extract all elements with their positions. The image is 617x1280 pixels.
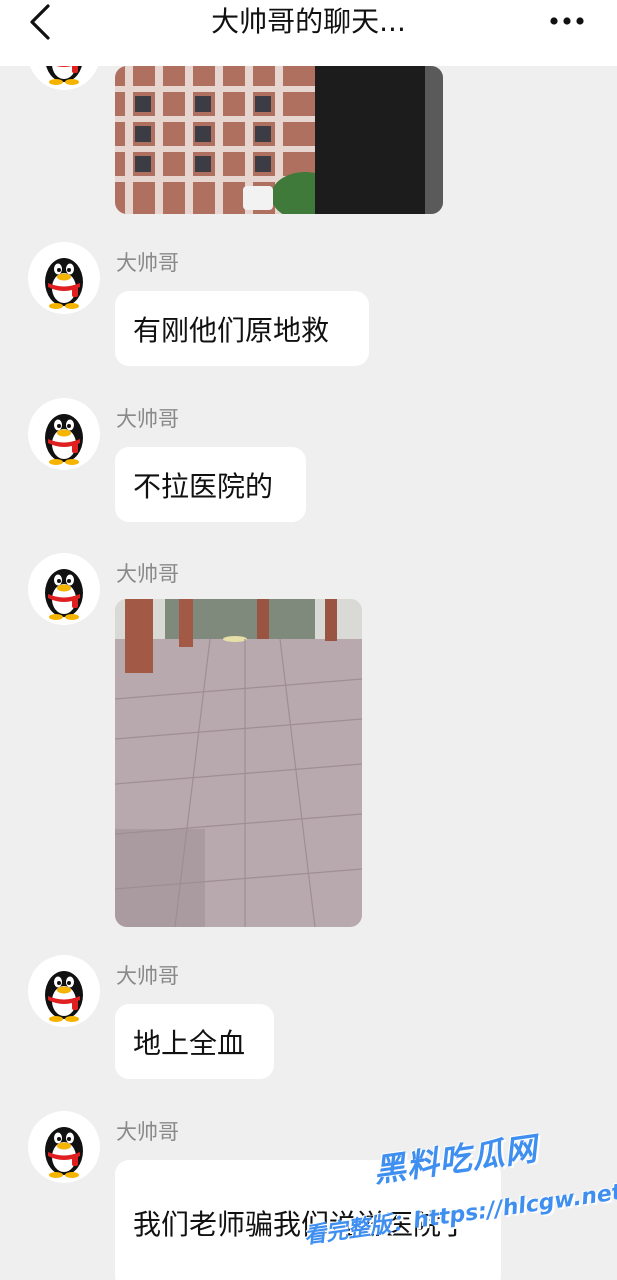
avatar[interactable] [28,242,100,314]
chat-title: 大帅哥的聊天... [211,5,406,38]
ground-photo-image [115,599,362,927]
building-photo[interactable] [115,66,443,214]
building-photo-image [115,66,443,214]
penguin-avatar-icon [28,242,100,314]
message-bubble[interactable]: 有刚他们原地救 [115,291,369,366]
sender-name: 大帅哥 [116,1120,179,1144]
sender-name: 大帅哥 [116,964,179,988]
sender-name: 大帅哥 [116,407,179,431]
chat-header: 大帅哥的聊天... [0,0,617,66]
avatar[interactable] [28,1111,100,1183]
ground-photo[interactable] [115,599,362,927]
avatar[interactable] [28,553,100,625]
avatar[interactable] [28,398,100,470]
avatar[interactable] [28,955,100,1027]
message-bubble[interactable]: 不拉医院的 [115,447,306,522]
penguin-avatar-icon [28,955,100,1027]
penguin-avatar-icon [28,398,100,470]
penguin-avatar-icon [28,1111,100,1183]
sender-name: 大帅哥 [116,562,179,586]
message-bubble[interactable]: 我们老师骗我们说送医院了 [115,1160,501,1280]
penguin-avatar-icon [28,553,100,625]
more-button[interactable] [547,6,587,36]
message-bubble[interactable]: 地上全血 [115,1004,274,1079]
more-dots-icon [550,17,584,25]
sender-name: 大帅哥 [116,251,179,275]
